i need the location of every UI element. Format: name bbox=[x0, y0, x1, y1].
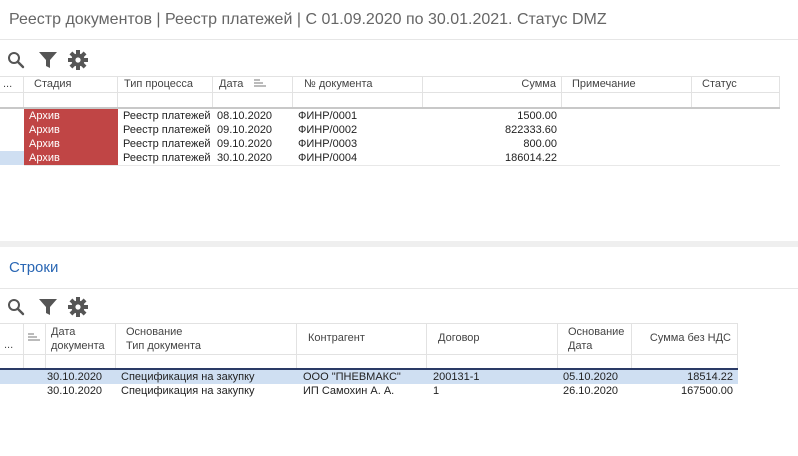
sum-cell: 186014.22 bbox=[505, 152, 557, 164]
column-header-stage[interactable]: Стадия bbox=[24, 76, 118, 92]
doc-number-cell: ФИНР/0001 bbox=[298, 110, 358, 122]
date-cell: 08.10.2020 bbox=[217, 110, 273, 122]
sum-cell: 18514.22 bbox=[687, 371, 733, 383]
stage-badge: Архив bbox=[24, 109, 118, 123]
basis-date-cell: 05.10.2020 bbox=[563, 371, 619, 383]
column-header-label: Основание bbox=[126, 326, 183, 338]
lines-table: ... Дата документа Основание Тип докумен… bbox=[0, 323, 738, 399]
date-cell: 30.10.2020 bbox=[217, 152, 273, 164]
doc-number-cell: ФИНР/0003 bbox=[298, 138, 358, 150]
column-header-doc-number[interactable]: № документа bbox=[293, 76, 423, 92]
row-selector[interactable] bbox=[0, 151, 24, 165]
column-header-status[interactable]: Статус bbox=[692, 76, 780, 92]
section-title-lines: Строки bbox=[9, 259, 59, 276]
filter-icon[interactable] bbox=[37, 49, 59, 71]
table-row[interactable]: 30.10.2020 Спецификация на закупку ИП Са… bbox=[0, 384, 738, 398]
contract-cell: 1 bbox=[433, 385, 440, 397]
sum-cell: 822333.60 bbox=[505, 124, 557, 136]
column-menu-button[interactable]: ... bbox=[0, 323, 24, 354]
basis-cell: Спецификация на закупку bbox=[121, 385, 255, 397]
process-type-cell: Реестр платежей bbox=[123, 124, 211, 136]
column-header-label: Дата bbox=[51, 326, 76, 338]
column-header-label: Основание bbox=[568, 326, 625, 338]
lines-table-header: ... Дата документа Основание Тип докумен… bbox=[0, 323, 738, 370]
sum-cell: 800.00 bbox=[523, 138, 557, 150]
column-header-label: Дата bbox=[568, 340, 593, 352]
basis-date-cell: 26.10.2020 bbox=[563, 385, 619, 397]
table-row[interactable]: Архив Реестр платежей 09.10.2020 ФИНР/00… bbox=[0, 123, 780, 137]
table-row-selected[interactable]: Архив Реестр платежей 30.10.2020 ФИНР/00… bbox=[0, 151, 780, 165]
doc-number-cell: ФИНР/0004 bbox=[298, 152, 358, 164]
search-icon[interactable] bbox=[5, 49, 27, 71]
contract-cell: 200131-1 bbox=[433, 371, 480, 383]
process-type-cell: Реестр платежей bbox=[123, 138, 211, 150]
doc-number-cell: ФИНР/0002 bbox=[298, 124, 358, 136]
pane-splitter[interactable] bbox=[0, 241, 798, 247]
basis-cell: Спецификация на закупку bbox=[121, 371, 255, 383]
counterparty-cell: ИП Самохин А. А. bbox=[303, 385, 395, 397]
process-type-cell: Реестр платежей bbox=[123, 152, 211, 164]
lines-toolbar bbox=[0, 290, 89, 324]
stage-badge: Архив bbox=[24, 151, 118, 165]
search-icon[interactable] bbox=[5, 296, 27, 318]
table-row-selected[interactable]: 30.10.2020 Спецификация на закупку ООО "… bbox=[0, 370, 738, 384]
column-header-doc-date[interactable]: Дата документа bbox=[46, 323, 116, 354]
documents-table: ... Стадия Тип процесса Дата № документа… bbox=[0, 76, 780, 166]
filter-icon[interactable] bbox=[37, 296, 59, 318]
documents-table-header: ... Стадия Тип процесса Дата № документа… bbox=[0, 76, 780, 109]
column-header-label: документа bbox=[51, 340, 105, 352]
sort-icon[interactable] bbox=[254, 76, 267, 92]
stage-badge: Архив bbox=[24, 137, 118, 151]
sum-cell: 167500.00 bbox=[681, 385, 733, 397]
date-cell: 30.10.2020 bbox=[47, 385, 103, 397]
date-cell: 09.10.2020 bbox=[217, 138, 273, 150]
documents-toolbar bbox=[0, 43, 89, 77]
counterparty-cell: ООО "ПНЕВМАКС" bbox=[303, 371, 401, 383]
sort-icon[interactable] bbox=[24, 323, 46, 354]
process-type-cell: Реестр платежей bbox=[123, 110, 211, 122]
table-row[interactable]: Архив Реестр платежей 09.10.2020 ФИНР/00… bbox=[0, 137, 780, 151]
stage-badge: Архив bbox=[24, 123, 118, 137]
column-menu-button[interactable]: ... bbox=[0, 76, 24, 92]
gear-icon[interactable] bbox=[67, 296, 89, 318]
column-header-date[interactable]: Дата bbox=[213, 76, 293, 92]
date-cell: 09.10.2020 bbox=[217, 124, 273, 136]
column-header-counterparty[interactable]: Контрагент bbox=[297, 323, 427, 354]
column-header-contract[interactable]: Договор bbox=[427, 323, 558, 354]
column-header-process-type[interactable]: Тип процесса bbox=[118, 76, 213, 92]
table-row[interactable]: Архив Реестр платежей 08.10.2020 ФИНР/00… bbox=[0, 109, 780, 123]
column-header-date-label: Дата bbox=[219, 78, 244, 90]
column-header-note[interactable]: Примечание bbox=[562, 76, 692, 92]
sum-cell: 1500.00 bbox=[517, 110, 557, 122]
gear-icon[interactable] bbox=[67, 49, 89, 71]
page-title: Реестр документов | Реестр платежей | С … bbox=[0, 0, 798, 40]
column-header-sum-no-vat[interactable]: Сумма без НДС bbox=[632, 323, 738, 354]
column-header-sum[interactable]: Сумма bbox=[423, 76, 562, 92]
column-header-basis-date[interactable]: Основание Дата bbox=[558, 323, 632, 354]
column-header-label: Тип документа bbox=[126, 340, 202, 352]
date-cell: 30.10.2020 bbox=[47, 371, 103, 383]
column-header-basis[interactable]: Основание Тип документа bbox=[116, 323, 297, 354]
